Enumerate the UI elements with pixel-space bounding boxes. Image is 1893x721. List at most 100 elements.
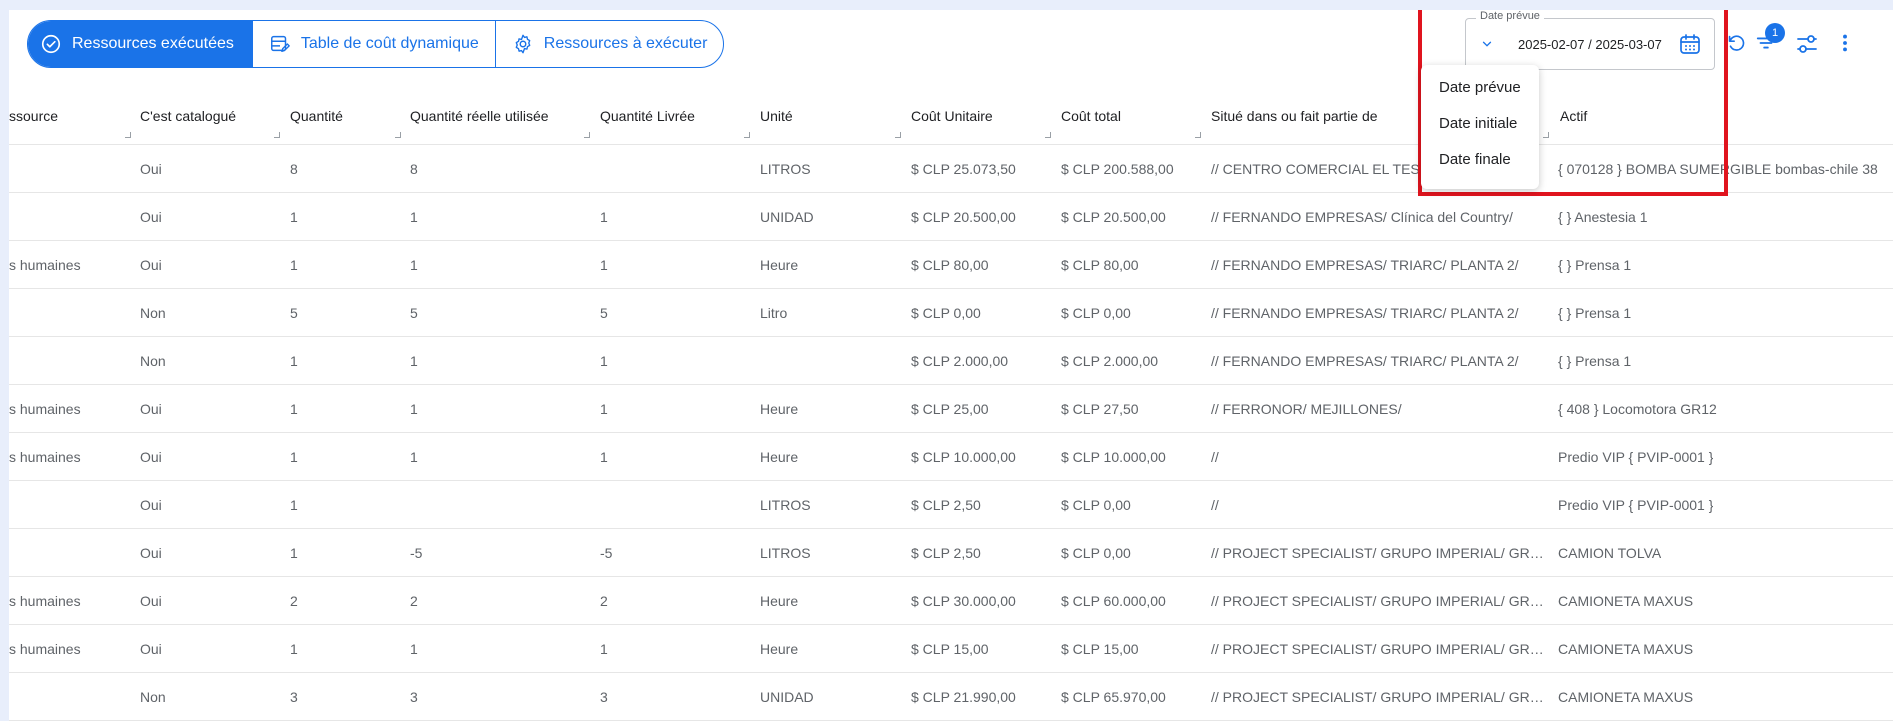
cell-quantite: 2 (290, 593, 298, 609)
cell-quantite-livree: 3 (600, 689, 608, 705)
refresh-icon[interactable] (1725, 32, 1747, 54)
cell-quantite-reelle: 1 (410, 449, 418, 465)
check-circle-icon (41, 34, 61, 54)
table-row[interactable]: Oui 1 LITROS $ CLP 2,50 $ CLP 0,00 // Predio V… (9, 481, 1893, 529)
tab-table-cout-dynamique[interactable]: Table de coût dynamique (251, 21, 495, 67)
cell-quantite-livree: 1 (600, 353, 608, 369)
cell-quantite-reelle: 2 (410, 593, 418, 609)
cell-situe: // PROJECT SPECIALIST/ GRUPO IMPERIAL/ G… (1211, 641, 1551, 657)
cell-cout-unitaire: $ CLP 21.990,00 (911, 689, 1016, 705)
cell-cout-unitaire: $ CLP 0,00 (911, 305, 981, 321)
cell-quantite-livree: 1 (600, 209, 608, 225)
table-edit-icon (270, 35, 290, 53)
resize-handle[interactable] (584, 132, 590, 138)
resize-handle[interactable] (744, 132, 750, 138)
cell-actif: CAMIONETA MAXUS (1558, 689, 1694, 705)
resize-handle[interactable] (395, 132, 401, 138)
cell-quantite-livree: 1 (600, 401, 608, 417)
column-header-quantite-livree[interactable]: Quantité Livrée (600, 108, 695, 124)
cell-quantite: 1 (290, 641, 298, 657)
column-header-quantite-reelle[interactable]: Quantité réelle utilisée (410, 108, 549, 124)
cell-cout-unitaire: $ CLP 80,00 (911, 257, 989, 273)
column-header-situe[interactable]: Situé dans ou fait partie de (1211, 108, 1378, 124)
tab-label: Ressources à exécuter (543, 35, 708, 52)
cell-catalogue: Non (140, 353, 166, 369)
cell-quantite-reelle: 1 (410, 353, 418, 369)
table-row[interactable]: s humaines Oui 1 1 1 Heure $ CLP 80,00 $ CLP 80… (9, 241, 1893, 289)
column-header-catalogue[interactable]: C'est catalogué (140, 108, 236, 124)
cell-quantite-livree: 2 (600, 593, 608, 609)
cell-quantite: 1 (290, 449, 298, 465)
cell-unite: UNIDAD (760, 689, 814, 705)
cell-quantite-reelle: 5 (410, 305, 418, 321)
cell-cout-total: $ CLP 0,00 (1061, 545, 1131, 561)
more-vert-icon[interactable] (1835, 32, 1855, 54)
cell-catalogue: Oui (140, 545, 162, 561)
cell-situe: // PROJECT SPECIALIST/ GRUPO IMPERIAL/ G… (1211, 689, 1551, 705)
table-row[interactable]: s humaines Oui 1 1 1 Heure $ CLP 15,00 $ CLP 15… (9, 625, 1893, 673)
cell-actif: { } Prensa 1 (1558, 353, 1632, 369)
cell-unite: LITROS (760, 545, 811, 561)
cell-quantite-reelle: 1 (410, 257, 418, 273)
cell-actif: Predio VIP { PVIP-0001 } (1558, 449, 1714, 465)
table-row[interactable]: s humaines Oui 1 1 1 Heure $ CLP 25,00 $ CLP 27… (9, 385, 1893, 433)
page: Ressources exécutées Table de coût dynam… (9, 10, 1893, 721)
tab-ressources-executees[interactable]: Ressources exécutées (28, 21, 252, 67)
resize-handle[interactable] (1195, 132, 1201, 138)
resize-handle[interactable] (1045, 132, 1051, 138)
dropdown-item-date-prevue[interactable]: Date prévue (1421, 74, 1539, 110)
resize-handle[interactable] (895, 132, 901, 138)
cell-quantite: 1 (290, 257, 298, 273)
cell-actif: { } Anestesia 1 (1558, 209, 1648, 225)
cell-unite: Litro (760, 305, 788, 321)
table-row[interactable]: s humaines Oui 1 1 1 Heure $ CLP 10.000,00 $ CL… (9, 433, 1893, 481)
cell-ressource: s humaines (9, 257, 81, 273)
cell-actif: { 408 } Locomotora GR12 (1558, 401, 1717, 417)
cell-quantite-reelle: 8 (410, 161, 418, 177)
dropdown-item-date-initiale[interactable]: Date initiale (1421, 110, 1539, 146)
column-header-quantite[interactable]: Quantité (290, 108, 343, 124)
table-row[interactable]: Non 5 5 5 Litro $ CLP 0,00 $ CLP 0,00 // FERNAN… (9, 289, 1893, 337)
cell-situe: // PROJECT SPECIALIST/ GRUPO IMPERIAL/ G… (1211, 593, 1551, 609)
cell-actif: Predio VIP { PVIP-0001 } (1558, 497, 1714, 513)
cell-situe: // FERNANDO EMPRESAS/ Clínica del Countr… (1211, 209, 1513, 225)
cell-quantite: 1 (290, 209, 298, 225)
cell-cout-unitaire: $ CLP 30.000,00 (911, 593, 1016, 609)
cell-cout-total: $ CLP 15,00 (1061, 641, 1139, 657)
cell-catalogue: Oui (140, 593, 162, 609)
column-header-ressource[interactable]: ssource (9, 108, 58, 124)
cell-ressource: s humaines (9, 401, 81, 417)
cell-cout-unitaire: $ CLP 15,00 (911, 641, 989, 657)
cell-ressource: s humaines (9, 593, 81, 609)
cell-actif: { } Prensa 1 (1558, 305, 1632, 321)
cell-cout-total: $ CLP 20.500,00 (1061, 209, 1166, 225)
cell-quantite: 1 (290, 545, 298, 561)
cell-cout-unitaire: $ CLP 2,50 (911, 497, 981, 513)
table-row[interactable]: s humaines Oui 2 2 2 Heure $ CLP 30.000,00 $ CL… (9, 577, 1893, 625)
column-header-cout-total[interactable]: Coût total (1061, 108, 1121, 124)
resize-handle[interactable] (125, 132, 131, 138)
sliders-icon[interactable] (1795, 32, 1819, 56)
cell-ressource: s humaines (9, 641, 81, 657)
cell-unite: LITROS (760, 497, 811, 513)
cell-quantite: 1 (290, 401, 298, 417)
cell-unite: Heure (760, 593, 799, 609)
resize-handle[interactable] (274, 132, 280, 138)
table-row[interactable]: Oui 1 1 1 UNIDAD $ CLP 20.500,00 $ CLP 20.500,… (9, 193, 1893, 241)
cell-situe: // FERNANDO EMPRESAS/ TRIARC/ PLANTA 2/ (1211, 353, 1519, 369)
tab-ressources-a-executer[interactable]: Ressources à exécuter (494, 21, 724, 67)
tab-label: Table de coût dynamique (300, 35, 479, 52)
table-row[interactable]: Non 3 3 3 UNIDAD $ CLP 21.990,00 $ CLP 65.970,… (9, 673, 1893, 721)
cell-quantite-livree: 1 (600, 449, 608, 465)
cell-cout-total: $ CLP 65.970,00 (1061, 689, 1166, 705)
column-header-unite[interactable]: Unité (760, 108, 793, 124)
table-row[interactable]: Oui 1 -5 -5 LITROS $ CLP 2,50 $ CLP 0,00 // PRO… (9, 529, 1893, 577)
table-row[interactable]: Non 1 1 1 $ CLP 2.000,00 $ CLP 2.000,00 // FER… (9, 337, 1893, 385)
cell-unite: UNIDAD (760, 209, 814, 225)
column-header-cout-unitaire[interactable]: Coût Unitaire (911, 108, 993, 124)
dropdown-item-date-finale[interactable]: Date finale (1421, 146, 1539, 182)
cell-quantite: 3 (290, 689, 298, 705)
cell-situe: // FERNANDO EMPRESAS/ TRIARC/ PLANTA 2/ (1211, 257, 1519, 273)
tab-label: Ressources exécutées (72, 35, 234, 52)
gear-icon (515, 34, 531, 54)
